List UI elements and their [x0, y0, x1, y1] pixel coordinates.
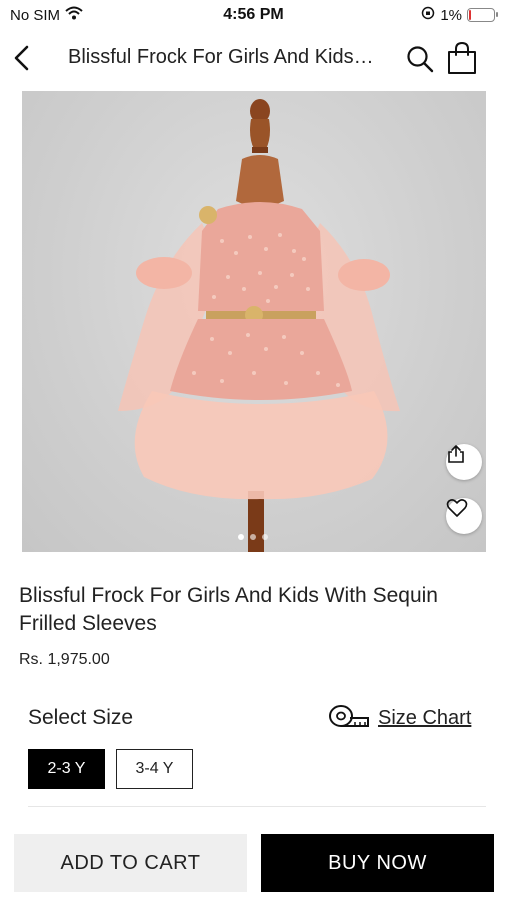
divider — [28, 806, 486, 807]
cart-button[interactable] — [444, 40, 480, 76]
product-price: Rs. 1,975.00 — [19, 651, 110, 668]
add-to-cart-button[interactable]: ADD TO CART — [14, 834, 247, 892]
product-name: Blissful Frock For Girls And Kids With S… — [19, 584, 438, 635]
share-button[interactable] — [446, 444, 482, 480]
size-chart-label[interactable]: Size Chart — [378, 707, 471, 730]
status-bar: No SIM 4:56 PM 1% — [0, 0, 507, 30]
product-image[interactable] — [22, 91, 486, 552]
chevron-left-icon — [14, 45, 29, 71]
header: Blissful Frock For Girls And Kids With S… — [0, 30, 507, 86]
back-button[interactable] — [8, 42, 36, 74]
search-button[interactable] — [403, 42, 437, 76]
battery-icon — [467, 8, 498, 22]
battery-percent: 1% — [440, 6, 462, 24]
search-icon — [407, 46, 434, 73]
share-icon — [448, 445, 464, 463]
size-options: 2-3 Y 3-4 Y — [28, 749, 193, 789]
heart-icon — [446, 499, 468, 517]
select-size-label: Select Size — [28, 706, 134, 729]
buy-now-button[interactable]: BUY NOW — [261, 834, 494, 892]
wishlist-button[interactable] — [446, 498, 482, 534]
page-title: Blissful Frock For Girls And Kids With S… — [68, 46, 378, 68]
measuring-tape-icon — [329, 705, 369, 727]
battery-fill — [469, 10, 471, 20]
size-option-2-3y[interactable]: 2-3 Y — [28, 749, 105, 789]
pagination-dot[interactable] — [262, 534, 268, 540]
orientation-lock-icon — [421, 6, 435, 24]
pagination-dot[interactable] — [238, 534, 244, 540]
pagination-dot[interactable] — [250, 534, 256, 540]
shopping-bag-icon — [448, 41, 476, 74]
size-chart-link[interactable]: Size Chart — [328, 704, 471, 732]
size-option-3-4y[interactable]: 3-4 Y — [116, 749, 193, 789]
image-pagination — [238, 534, 268, 540]
status-right: 1% — [421, 6, 498, 24]
dress-photo — [118, 99, 400, 552]
